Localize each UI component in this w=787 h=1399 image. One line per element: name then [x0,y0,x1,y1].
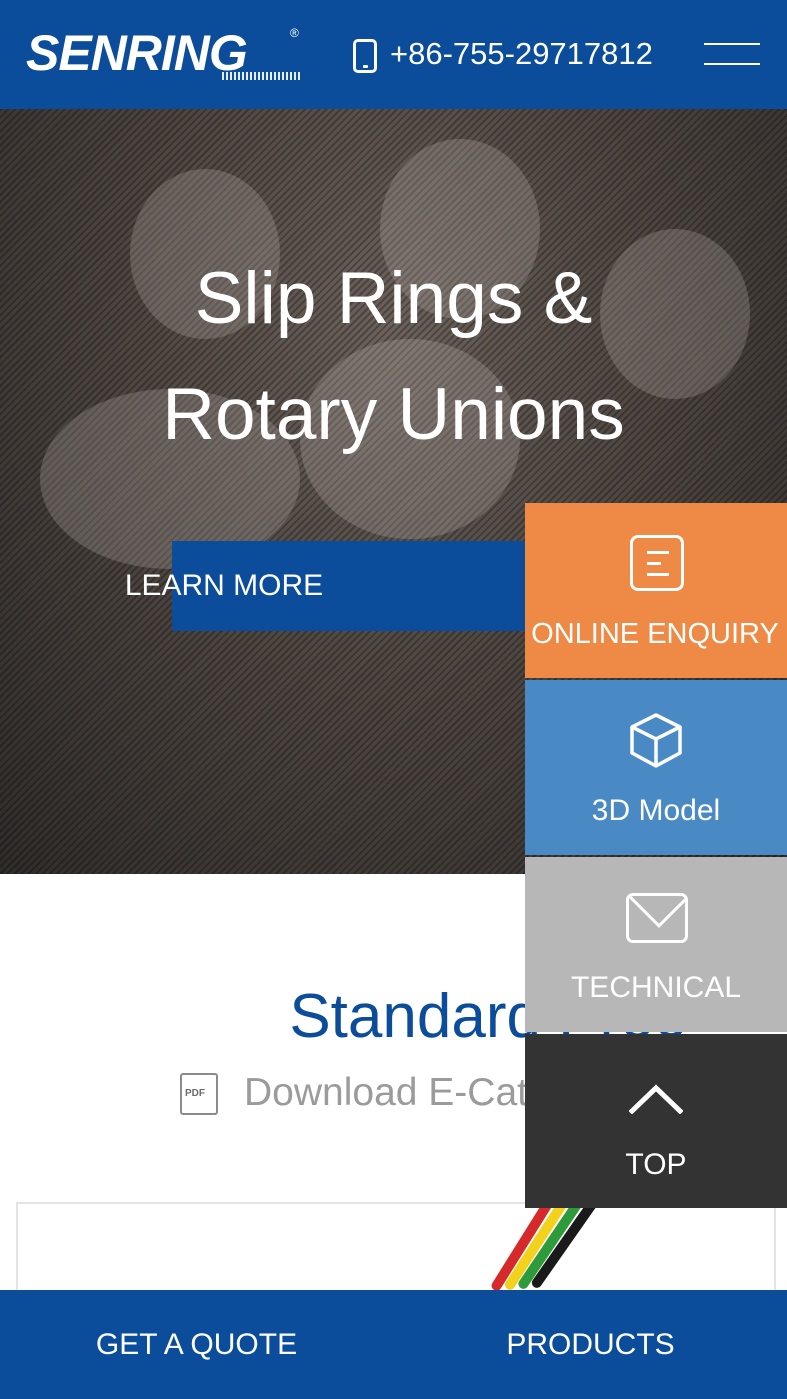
bottom-action-bar: GET A QUOTE PRODUCTS [0,1290,787,1399]
pdf-icon: PDF [180,1073,218,1115]
pdf-icon-text: PDF [185,1088,205,1099]
menu-line-top [704,43,760,45]
floating-side-panel: ONLINE ENQUIRY 3D Model TECHNICAL TOP [525,503,787,1210]
3d-model-label: 3D Model [591,794,721,827]
logo-stripes [222,72,300,80]
senring-logo[interactable]: SENRING ® [26,24,300,84]
registered-mark: ® [290,26,299,40]
learn-more-label: LEARN MORE [124,569,324,602]
menu-line-bottom [704,63,760,65]
hero-title-line-1: Slip Rings & [194,258,593,339]
get-a-quote-button[interactable]: GET A QUOTE [0,1290,393,1399]
products-button[interactable]: PRODUCTS [394,1290,787,1399]
hero-title: Slip Rings & Rotary Unions [0,241,787,473]
chevron-up-icon [629,1084,683,1114]
product-card[interactable] [16,1202,776,1302]
technical-button[interactable]: TECHNICAL [525,857,787,1032]
back-to-top-button[interactable]: TOP [525,1034,787,1208]
logo-wordmark: SENRING [26,25,248,81]
phone-icon [353,39,377,73]
online-enquiry-label: ONLINE ENQUIRY [531,618,779,650]
online-enquiry-button[interactable]: ONLINE ENQUIRY [525,503,787,678]
3d-model-button[interactable]: 3D Model [525,680,787,855]
hero-title-line-2: Rotary Unions [162,374,625,455]
hamburger-menu-icon[interactable] [704,43,760,67]
technical-label: TECHNICAL [570,971,742,1004]
cube-icon [630,713,682,768]
envelope-icon [626,893,688,943]
download-catalog-label: Download E-Cat [244,1071,528,1114]
page: SENRING ® +86-755-29717812 Slip Rings & … [0,0,787,1399]
site-header: SENRING ® +86-755-29717812 [0,0,787,109]
document-icon [630,535,684,591]
phone-number-link[interactable]: +86-755-29717812 [390,35,653,73]
top-label: TOP [625,1148,687,1181]
